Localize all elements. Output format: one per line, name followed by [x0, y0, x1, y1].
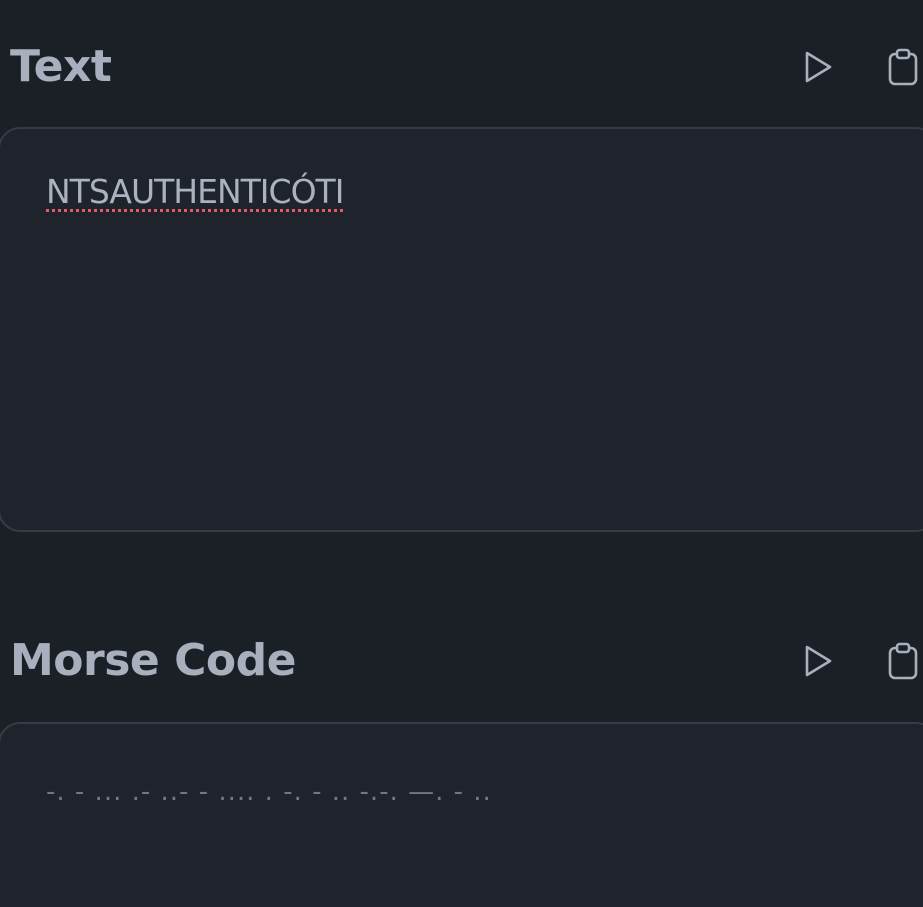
morse-output-value[interactable]: -. - ... .- ..- - .... . -. - .. -.-. —.…: [46, 770, 492, 814]
clipboard-icon: [888, 48, 918, 86]
morse-output-area[interactable]: [0, 722, 923, 907]
morse-copy-button[interactable]: [881, 639, 923, 683]
play-icon: [805, 51, 832, 83]
clipboard-icon: [888, 642, 918, 680]
morse-section-header: Morse Code: [0, 626, 923, 696]
text-section-header: Text: [0, 32, 923, 102]
morse-play-button[interactable]: [796, 639, 840, 683]
text-play-button[interactable]: [796, 45, 840, 89]
text-copy-button[interactable]: [881, 45, 923, 89]
play-icon: [805, 645, 832, 677]
morse-section-title: Morse Code: [10, 635, 296, 686]
text-section-title: Text: [10, 41, 112, 92]
text-input-value[interactable]: NTSAUTHENTICÓTI: [46, 170, 344, 214]
